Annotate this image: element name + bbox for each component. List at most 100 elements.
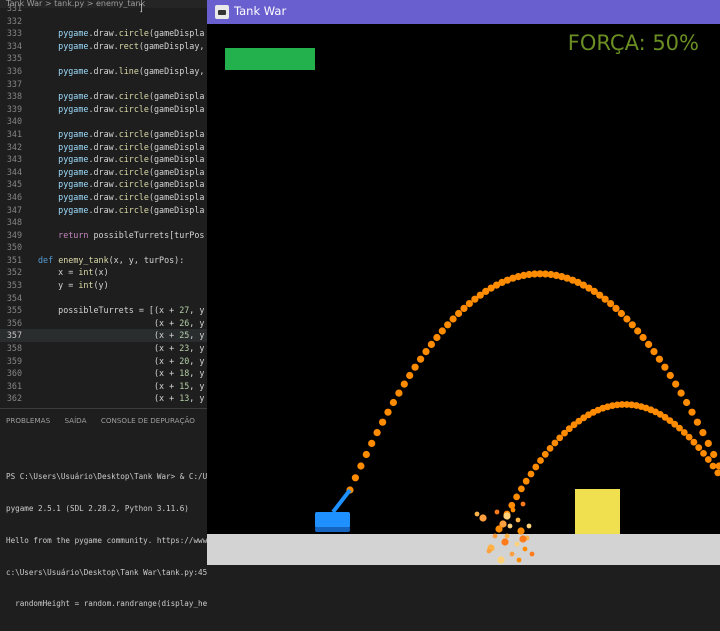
- line-number: 350: [2, 241, 22, 254]
- line-number: 337: [2, 78, 22, 91]
- code-line[interactable]: 358 (x + 23, y: [0, 342, 207, 355]
- code-line[interactable]: 347 pygame.draw.circle(gameDispla: [0, 204, 207, 217]
- explosion-particle: [515, 542, 520, 547]
- line-number: 355: [2, 304, 22, 317]
- code-line[interactable]: 361 (x + 15, y: [0, 380, 207, 393]
- tab-output[interactable]: SAÍDA: [64, 416, 86, 425]
- trajectory-dot: [705, 440, 712, 447]
- window-title-bar[interactable]: Tank War: [207, 0, 720, 24]
- line-number: 331: [2, 2, 22, 15]
- code-text: (x + 15, y: [38, 380, 204, 393]
- code-text: (x + 23, y: [38, 342, 204, 355]
- code-line[interactable]: 348: [0, 216, 207, 229]
- code-line[interactable]: 359 (x + 20, y: [0, 355, 207, 368]
- trajectory-dot: [379, 419, 386, 426]
- trajectory-dot: [556, 435, 563, 442]
- game-window[interactable]: Tank War FORÇA: 50%: [207, 0, 720, 565]
- trajectory-dot: [439, 327, 446, 334]
- trajectory-dot: [374, 429, 381, 436]
- terminal-output[interactable]: PS C:\Users\Usuário\Desktop\Tank War> & …: [6, 451, 207, 631]
- trajectory-dot: [688, 409, 695, 416]
- code-line[interactable]: 357 (x + 25, y: [0, 329, 207, 342]
- code-line[interactable]: 336 pygame.draw.line(gameDisplay,: [0, 65, 207, 78]
- trajectory-dot: [352, 474, 359, 481]
- code-text: pygame.draw.circle(gameDispla: [38, 103, 204, 116]
- explosion-particle: [505, 534, 510, 539]
- line-number: 354: [2, 292, 22, 305]
- code-line[interactable]: 354: [0, 292, 207, 305]
- trajectory-dot: [678, 390, 685, 397]
- line-number: 346: [2, 191, 22, 204]
- code-line[interactable]: 355 possibleTurrets = [(x + 27, y: [0, 304, 207, 317]
- bottom-panel: PROBLEMAS SAÍDA CONSOLE DE DEPURAÇÃO T P…: [0, 408, 207, 574]
- code-line[interactable]: 331 ]: [0, 2, 207, 15]
- trajectory-dot: [700, 450, 707, 457]
- code-line[interactable]: 341 pygame.draw.circle(gameDispla: [0, 128, 207, 141]
- trajectory-dot: [542, 451, 549, 458]
- line-number: 340: [2, 115, 22, 128]
- code-line[interactable]: 349 return possibleTurrets[turPos: [0, 229, 207, 242]
- health-bar: [225, 48, 315, 70]
- code-line[interactable]: 344 pygame.draw.circle(gameDispla: [0, 166, 207, 179]
- trajectory-dot: [528, 471, 535, 478]
- code-text: pygame.draw.circle(gameDispla: [38, 90, 204, 103]
- code-line[interactable]: 346 pygame.draw.circle(gameDispla: [0, 191, 207, 204]
- code-line[interactable]: 339 pygame.draw.circle(gameDispla: [0, 103, 207, 116]
- trajectory-dot: [623, 315, 630, 322]
- tab-debug-console[interactable]: CONSOLE DE DEPURAÇÃO: [101, 416, 195, 425]
- line-number: 358: [2, 342, 22, 355]
- code-line[interactable]: 350: [0, 241, 207, 254]
- code-line[interactable]: 333 pygame.draw.circle(gameDispla: [0, 27, 207, 40]
- code-line[interactable]: 362 (x + 13, y: [0, 392, 207, 405]
- trajectory-dot: [406, 372, 413, 379]
- explosion-particle: [510, 552, 515, 557]
- explosion-particle: [497, 556, 504, 563]
- explosion-particle: [495, 525, 502, 532]
- trajectory-dot: [444, 321, 451, 328]
- terminal-line: pygame 2.5.1 (SDL 2.28.2, Python 3.11.6): [6, 504, 207, 515]
- code-area[interactable]: 331 ]332333 pygame.draw.circle(gameDispl…: [0, 2, 207, 405]
- code-text: (x + 26, y: [38, 317, 204, 330]
- tank-treads: [315, 527, 350, 532]
- code-line[interactable]: 356 (x + 26, y: [0, 317, 207, 330]
- line-number: 359: [2, 355, 22, 368]
- code-line[interactable]: 345 pygame.draw.circle(gameDispla: [0, 178, 207, 191]
- game-canvas[interactable]: FORÇA: 50%: [207, 24, 720, 565]
- code-line[interactable]: 343 pygame.draw.circle(gameDispla: [0, 153, 207, 166]
- explosion-particle: [493, 534, 498, 539]
- code-text: pygame.draw.circle(gameDispla: [38, 204, 204, 217]
- code-line[interactable]: 335: [0, 52, 207, 65]
- code-line[interactable]: 334 pygame.draw.rect(gameDisplay,: [0, 40, 207, 53]
- trajectory-dot: [395, 390, 402, 397]
- ground: [207, 534, 720, 565]
- tab-problems[interactable]: PROBLEMAS: [6, 416, 50, 425]
- code-text: pygame.draw.rect(gameDisplay,: [38, 40, 204, 53]
- line-number: 343: [2, 153, 22, 166]
- code-line[interactable]: 353 y = int(y): [0, 279, 207, 292]
- trajectory-dot: [645, 341, 652, 348]
- line-number: 356: [2, 317, 22, 330]
- trajectory-dot: [518, 486, 525, 493]
- trajectory-dot: [656, 356, 663, 363]
- code-line[interactable]: 342 pygame.draw.circle(gameDispla: [0, 141, 207, 154]
- code-line[interactable]: 351def enemy_tank(x, y, turPos):: [0, 254, 207, 267]
- code-line[interactable]: 340: [0, 115, 207, 128]
- explosion-particle: [511, 508, 516, 513]
- trajectory-dot: [650, 348, 657, 355]
- trajectory-dot: [368, 440, 375, 447]
- trajectory-dot: [672, 381, 679, 388]
- code-line[interactable]: 338 pygame.draw.circle(gameDispla: [0, 90, 207, 103]
- code-line[interactable]: 332: [0, 15, 207, 28]
- trajectory-dot: [661, 364, 668, 371]
- code-line[interactable]: 360 (x + 18, y: [0, 367, 207, 380]
- code-text: pygame.draw.circle(gameDispla: [38, 153, 204, 166]
- power-label: FORÇA: 50%: [568, 31, 699, 55]
- trajectory-dot: [629, 321, 636, 328]
- line-number: 336: [2, 65, 22, 78]
- trajectory-dot: [667, 372, 674, 379]
- code-line[interactable]: 352 x = int(x): [0, 266, 207, 279]
- code-line[interactable]: 337: [0, 78, 207, 91]
- explosion-particle: [495, 510, 500, 515]
- code-text: (x + 13, y: [38, 392, 204, 405]
- line-number: 344: [2, 166, 22, 179]
